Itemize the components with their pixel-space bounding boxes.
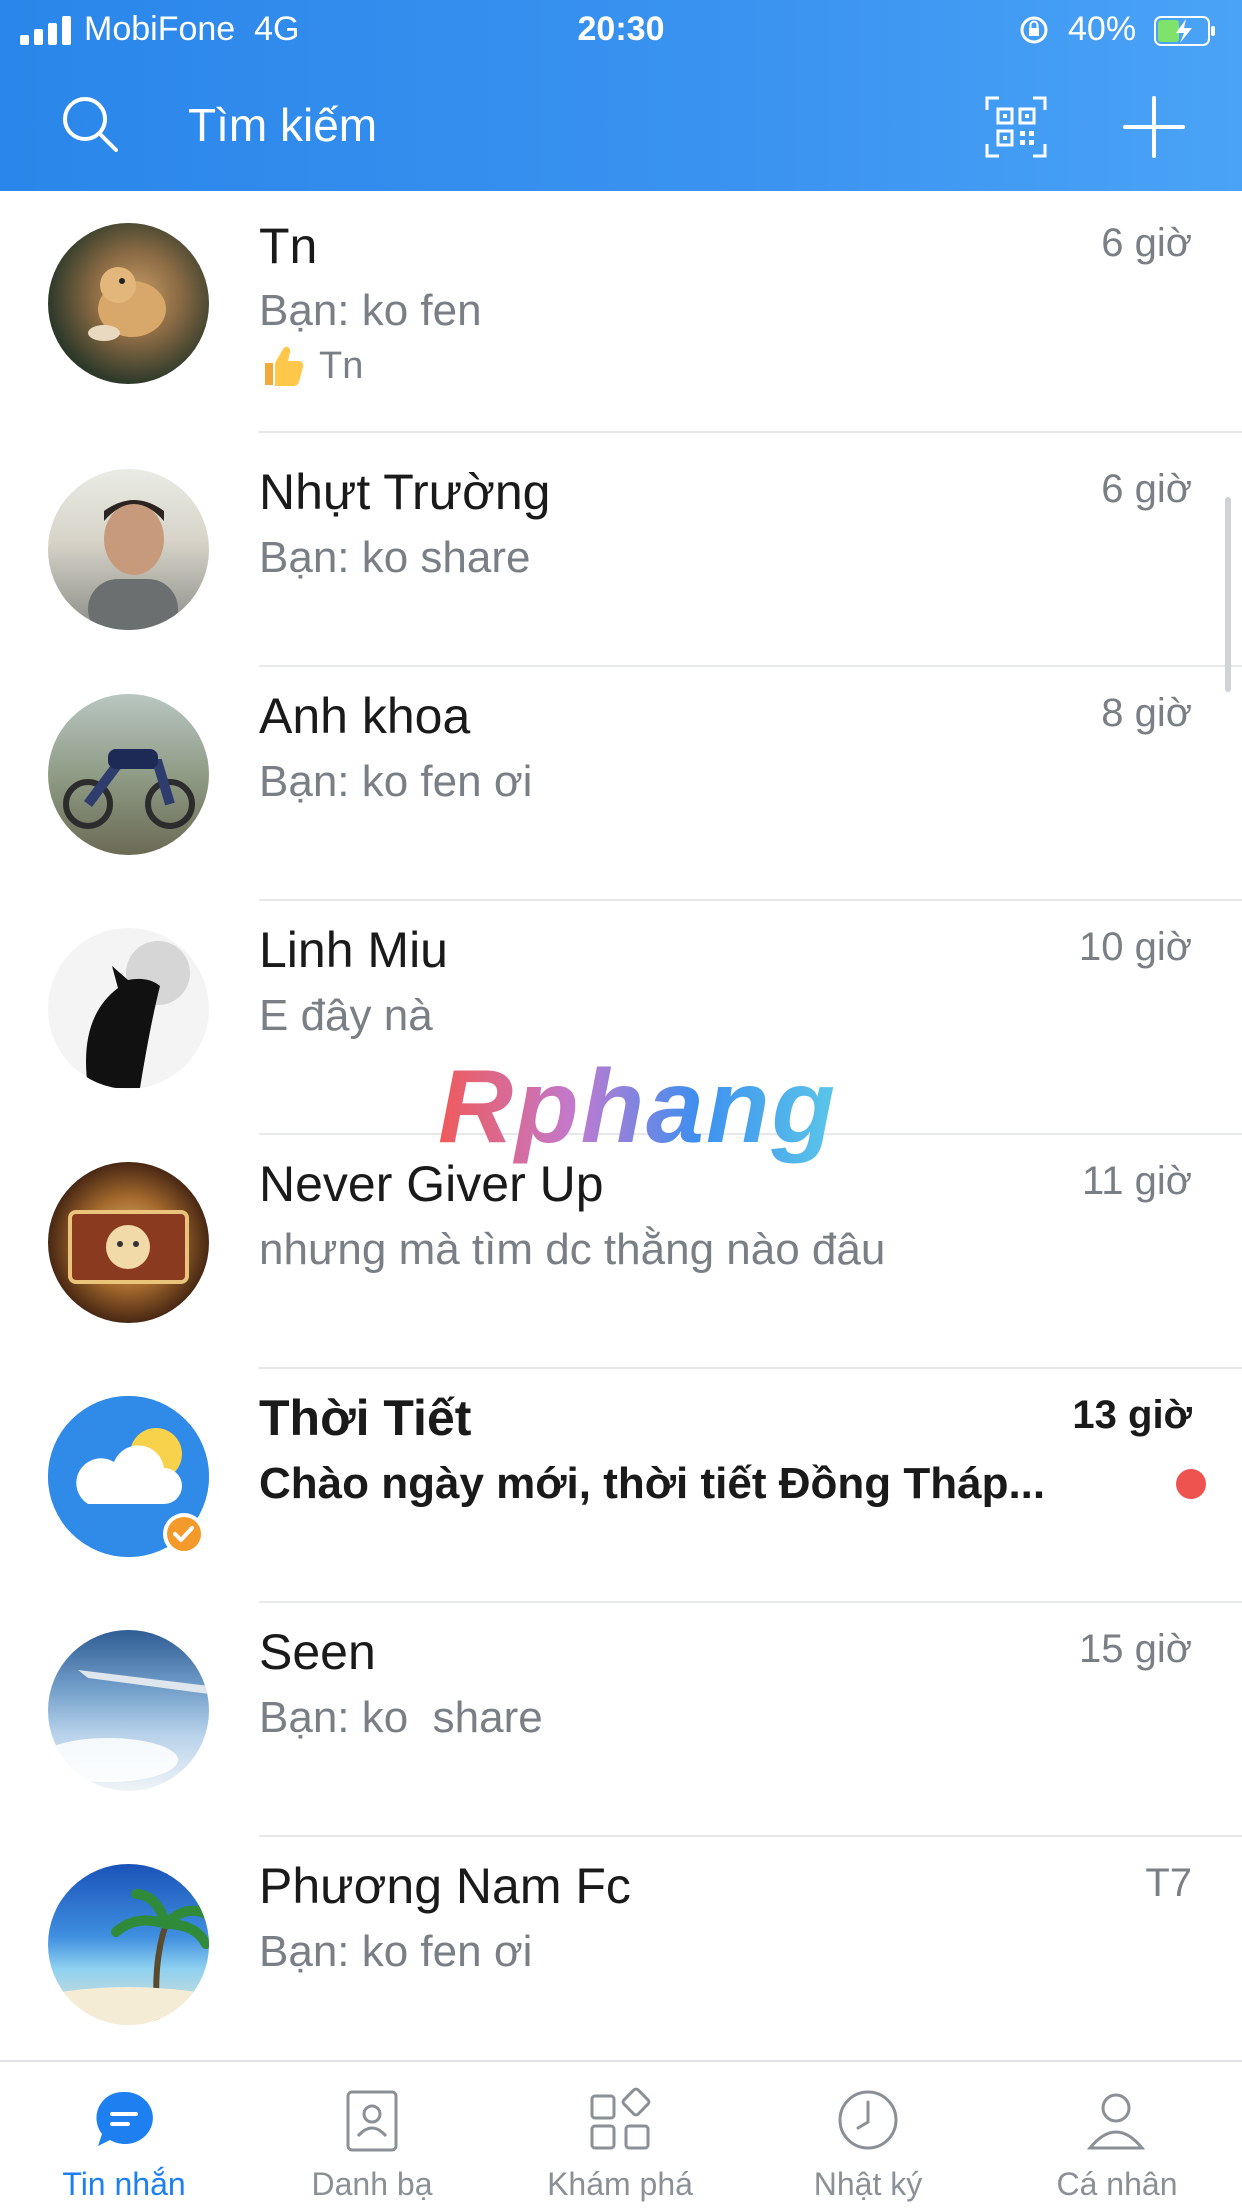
tab-label: Cá nhân [1056, 2166, 1178, 2202]
scrollbar[interactable] [1225, 497, 1231, 692]
qr-code-icon[interactable] [985, 96, 1047, 158]
avatar[interactable] [48, 694, 209, 855]
contact-name: Phương Nam Fc [259, 1858, 631, 1914]
message-time: 13 giờ [1072, 1393, 1192, 1437]
rotation-lock-icon [1020, 16, 1048, 44]
avatar[interactable] [48, 469, 209, 630]
chat-bubble-icon [96, 2091, 153, 2146]
message-preview: Bạn: ko share [259, 1693, 543, 1742]
status-bar: MobiFone 4G 20:30 40% [0, 0, 1242, 62]
reaction-row: Tn [259, 343, 363, 389]
plus-icon[interactable] [1123, 96, 1185, 158]
avatar[interactable] [48, 1396, 209, 1557]
contact-name: Seen [259, 1624, 376, 1680]
watermark-logo: Rphang [438, 1049, 838, 1165]
tab-label: Nhật ký [813, 2166, 923, 2202]
battery-icon [1154, 16, 1215, 46]
top-header: MobiFone 4G 20:30 40% Tìm kiếm [0, 0, 1242, 191]
reaction-author: Tn [319, 344, 364, 387]
message-preview: nhưng mà tìm dc thằng nào đâu [259, 1225, 886, 1274]
contact-name: Anh khoa [259, 688, 471, 744]
clock-icon [838, 2090, 898, 2150]
conversation-row[interactable]: Never Giver Up 11 giờ nhưng mà tìm dc th… [0, 1135, 1242, 1369]
message-time: 11 giờ [1082, 1159, 1192, 1203]
person-icon [1086, 2093, 1146, 2150]
avatar[interactable] [48, 928, 209, 1089]
conversation-row[interactable]: Seen 15 giờ Bạn: ko share [0, 1603, 1242, 1837]
conversation-row[interactable]: Phương Nam Fc T7 Bạn: ko fen ơi [0, 1837, 1242, 2059]
unread-indicator [1176, 1469, 1206, 1499]
search-bar[interactable]: Tìm kiếm [0, 62, 1242, 191]
conversation-row[interactable]: Tn 6 giờ Bạn: ko fen Tn [0, 191, 1242, 433]
message-time: 15 giờ [1079, 1627, 1192, 1671]
tab-discover[interactable]: Khám phá [496, 2062, 744, 2210]
message-time: 6 giờ [1101, 221, 1192, 265]
contact-name: Linh Miu [259, 922, 448, 978]
search-input[interactable]: Tìm kiếm [188, 98, 377, 152]
bottom-navigation: Tin nhắn Danh bạ Khám phá Nhật ký Cá nhâ… [0, 2060, 1242, 2210]
avatar[interactable] [48, 1630, 209, 1791]
message-preview: Bạn: ko fen ơi [259, 1927, 533, 1976]
discover-icon [590, 2087, 651, 2150]
tab-messages[interactable]: Tin nhắn [0, 2062, 248, 2210]
message-time: 10 giờ [1079, 925, 1192, 969]
search-icon[interactable] [58, 92, 120, 154]
message-time: 8 giờ [1101, 691, 1192, 735]
conversation-row[interactable]: Anh khoa 8 giờ Bạn: ko fen ơi [0, 667, 1242, 901]
contact-name: Thời Tiết [259, 1390, 472, 1446]
avatar[interactable] [48, 1864, 209, 2025]
contacts-icon [346, 2090, 398, 2152]
thumbs-up-icon [265, 346, 304, 386]
clock-text: 20:30 [577, 10, 665, 48]
tab-contacts[interactable]: Danh bạ [248, 2062, 496, 2210]
message-time: 6 giờ [1101, 467, 1192, 511]
message-preview: Bạn: ko fen [259, 286, 482, 335]
message-preview: E đây nà [259, 991, 433, 1040]
tab-diary[interactable]: Nhật ký [744, 2062, 992, 2210]
message-preview: Bạn: ko share [259, 533, 531, 582]
message-preview: Bạn: ko fen ơi [259, 757, 533, 806]
conversation-row[interactable]: Thời Tiết 13 giờ Chào ngày mới, thời tiế… [0, 1369, 1242, 1603]
message-time: T7 [1145, 1861, 1192, 1905]
conversation-row[interactable]: Nhựt Trường 6 giờ Bạn: ko share [0, 433, 1242, 667]
avatar[interactable] [48, 1162, 209, 1323]
battery-percent: 40% [1068, 10, 1137, 48]
tab-label: Khám phá [547, 2166, 693, 2202]
contact-name: Nhựt Trường [259, 464, 551, 520]
tab-profile[interactable]: Cá nhân [992, 2062, 1242, 2210]
tab-label: Danh bạ [311, 2166, 433, 2202]
message-preview: Chào ngày mới, thời tiết Đồng Tháp... [259, 1459, 1046, 1508]
contact-name: Tn [259, 218, 318, 274]
tab-label: Tin nhắn [62, 2166, 186, 2202]
avatar[interactable] [48, 223, 209, 384]
